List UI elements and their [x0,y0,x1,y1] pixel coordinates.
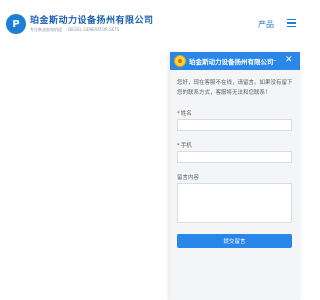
phone-label-text: 手机 [180,143,192,149]
name-label: *姓名 [177,109,192,117]
brand-subtitle: 专注柴油发电机组 DIESEL GENERATOR SETS [30,27,119,33]
message-field[interactable] [177,183,292,223]
offline-greeting: 您好，现在客服不在线，请留言。如果没有留下您的联系方式，客服将无法和您联系！ [177,80,293,96]
brand-title[interactable]: 珀金斯动力设备扬州有限公司 [30,13,154,26]
logo-icon[interactable]: P [6,14,26,34]
message-label: 留言内容 [177,175,200,181]
avatar-icon [174,55,186,67]
chat-panel: 珀金斯动力设备扬州有限公司 – ✕ 您好，现在客服不在线，请留言。如果没有留下您… [170,52,300,300]
chat-panel-title: 珀金斯动力设备扬州有限公司 [189,58,274,66]
name-field[interactable] [177,119,292,131]
menu-icon[interactable] [287,19,296,27]
phone-field[interactable] [177,151,292,163]
name-label-text: 姓名 [180,111,192,117]
nav-item-products[interactable]: 产品 [258,19,274,30]
phone-label: *手机 [177,141,192,149]
close-icon[interactable]: ✕ [285,55,293,65]
site-header: P 珀金斯动力设备扬州有限公司 专注柴油发电机组 DIESEL GENERATOR… [0,0,300,44]
submit-message-button[interactable]: 提交留言 [177,234,292,248]
brand-subtitle-cn: 专注柴油发电机组 [30,27,62,32]
minimize-icon[interactable]: – [273,57,277,64]
chat-panel-header: 珀金斯动力设备扬州有限公司 – ✕ [170,52,300,70]
brand-subtitle-en: DIESEL GENERATOR SETS [68,27,120,32]
required-mark: * [177,143,180,149]
required-mark: * [177,111,180,117]
